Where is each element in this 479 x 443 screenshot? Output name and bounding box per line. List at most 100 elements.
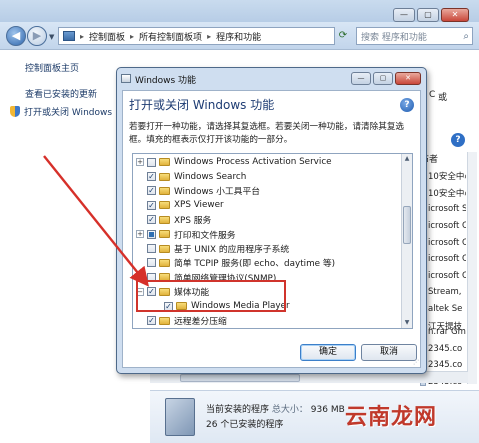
feature-label: 基于 UNIX 的应用程序子系统 xyxy=(174,245,290,256)
sidebar: 控制面板主页 查看已安装的更新 打开或关闭 Windows xyxy=(0,51,112,443)
shield-icon xyxy=(10,106,20,117)
search-input[interactable]: 搜索 程序和功能 ⌕ xyxy=(356,27,473,45)
sidebar-link-home[interactable]: 控制面板主页 xyxy=(25,61,79,74)
folder-icon xyxy=(159,230,170,239)
folder-icon xyxy=(159,186,170,195)
program-list-scrollbar[interactable] xyxy=(467,152,477,384)
expand-icon[interactable]: + xyxy=(136,158,144,167)
search-placeholder: 搜索 程序和功能 xyxy=(361,32,427,43)
tree-scrollbar[interactable]: ▲ ▼ xyxy=(401,154,412,328)
main-text-fragment: 或 xyxy=(438,93,448,103)
feature-label: 远程差分压缩 xyxy=(174,317,227,328)
highlight-box xyxy=(136,280,286,312)
feature-checkbox[interactable] xyxy=(147,244,156,254)
folder-icon xyxy=(159,172,170,181)
feature-label: Windows 小工具平台 xyxy=(174,187,261,198)
window-controls: — ▢ ✕ xyxy=(393,8,469,22)
feature-checkbox[interactable]: ✓ xyxy=(147,200,156,210)
maximize-button[interactable]: ▢ xyxy=(417,8,439,22)
sidebar-link-toggle-features[interactable]: 打开或关闭 Windows xyxy=(10,105,112,118)
feature-label: XPS 服务 xyxy=(174,216,212,227)
close-button[interactable]: ✕ xyxy=(441,8,469,22)
address-bar[interactable]: ▸ 控制面板 ▸ 所有控制面板项 ▸ 程序和功能 xyxy=(58,27,335,45)
feature-label: Windows Search xyxy=(174,171,247,182)
sidebar-link-label: 打开或关闭 Windows xyxy=(24,108,113,118)
sidebar-link-view-updates[interactable]: 查看已安装的更新 xyxy=(25,87,97,100)
feature-label: 简单 TCPIP 服务(即 echo、daytime 等) xyxy=(174,259,336,270)
feature-row[interactable]: ✓ Windows Search xyxy=(136,169,246,183)
programs-icon xyxy=(165,398,195,436)
expand-icon[interactable]: + xyxy=(136,230,144,239)
feature-row[interactable]: 基于 UNIX 的应用程序子系统 xyxy=(136,241,289,255)
dialog-body: 打开或关闭 Windows 功能 ? 若要打开一种功能，请选择其复选框。若要关闭… xyxy=(122,90,421,368)
breadcrumb-all-items[interactable]: 所有控制面板项 xyxy=(139,30,202,43)
dialog-heading: 打开或关闭 Windows 功能 xyxy=(129,98,275,112)
forward-button[interactable]: ▶ xyxy=(27,26,47,46)
dialog-minimize-button[interactable]: — xyxy=(351,72,371,85)
recent-pages-dropdown-icon[interactable]: ▼ xyxy=(49,33,54,41)
feature-checkbox[interactable]: ✓ xyxy=(147,316,156,326)
window-titlebar: — ▢ ✕ xyxy=(0,0,479,22)
feature-label: XPS Viewer xyxy=(174,200,224,211)
windows-features-dialog: Windows 功能 — ▢ ✕ 打开或关闭 Windows 功能 ? 若要打开… xyxy=(116,67,427,374)
cancel-button[interactable]: 取消 xyxy=(361,344,417,361)
feature-row[interactable]: 简单 TCPIP 服务(即 echo、daytime 等) xyxy=(136,256,335,270)
dialog-description: 若要打开一种功能，请选择其复选框。若要关闭一种功能，请清除其复选框。填充的框表示… xyxy=(129,122,405,145)
status-title: 当前安装的程序 总大小： 936 MB xyxy=(206,405,345,415)
feature-label: 打印和文件服务 xyxy=(174,230,236,241)
dialog-close-button[interactable]: ✕ xyxy=(395,72,421,85)
search-icon[interactable]: ⌕ xyxy=(463,31,469,42)
dialog-window-controls: — ▢ ✕ xyxy=(351,72,421,85)
folder-icon xyxy=(159,258,170,267)
folder-icon xyxy=(159,158,170,167)
feature-checkbox[interactable] xyxy=(147,157,156,167)
scrollbar-thumb[interactable] xyxy=(180,374,300,382)
help-icon[interactable]: ? xyxy=(400,98,414,112)
feature-row[interactable]: + Windows Process Activation Service xyxy=(136,155,332,169)
feature-checkbox[interactable]: ✓ xyxy=(147,186,156,196)
breadcrumb-chevron-icon[interactable]: ▸ xyxy=(130,32,134,41)
watermark: 云南龙网 xyxy=(345,405,438,430)
dialog-title: Windows 功能 xyxy=(135,76,197,86)
dialog-maximize-button[interactable]: ▢ xyxy=(373,72,393,85)
scroll-up-icon[interactable]: ▲ xyxy=(402,154,412,164)
main-text-fragment: C xyxy=(429,90,436,100)
ok-button[interactable]: 确定 xyxy=(300,344,356,361)
folder-icon xyxy=(159,201,170,210)
help-icon[interactable]: ? xyxy=(451,133,465,147)
folder-icon xyxy=(159,244,170,253)
refresh-icon[interactable]: ⟳ xyxy=(336,27,350,45)
feature-label: Windows Process Activation Service xyxy=(174,157,332,168)
scroll-down-icon[interactable]: ▼ xyxy=(402,318,412,328)
feature-checkbox[interactable]: ✓ xyxy=(147,215,156,225)
breadcrumb-programs-features[interactable]: 程序和功能 xyxy=(216,30,261,43)
folder-icon xyxy=(159,316,170,325)
back-button[interactable]: ◀ xyxy=(6,26,26,46)
feature-checkbox[interactable] xyxy=(147,229,156,239)
resize-grip-icon[interactable]: ⋰ xyxy=(413,359,419,366)
dialog-titlebar[interactable]: Windows 功能 — ▢ ✕ xyxy=(117,68,426,90)
minimize-button[interactable]: — xyxy=(393,8,415,22)
breadcrumb-chevron-icon[interactable]: ▸ xyxy=(207,32,211,41)
breadcrumb-chevron-icon[interactable]: ▸ xyxy=(80,32,84,41)
control-panel-icon xyxy=(63,31,75,41)
scrollbar-thumb[interactable] xyxy=(403,206,411,244)
feature-row[interactable]: ✓ XPS Viewer xyxy=(136,198,224,212)
status-program-count: 26 个已安装的程序 xyxy=(206,420,284,430)
feature-row[interactable]: ✓ 远程差分压缩 xyxy=(136,313,227,327)
feature-row[interactable]: + 打印和文件服务 xyxy=(136,227,236,241)
feature-row[interactable]: ✓ Windows 小工具平台 xyxy=(136,184,260,198)
feature-checkbox[interactable] xyxy=(147,258,156,268)
window-icon xyxy=(121,74,131,83)
feature-checkbox[interactable]: ✓ xyxy=(147,172,156,182)
breadcrumb-control-panel[interactable]: 控制面板 xyxy=(89,30,125,43)
folder-icon xyxy=(159,215,170,224)
feature-row[interactable]: ✓ XPS 服务 xyxy=(136,213,211,227)
navigation-bar: ◀ ▶ ▼ ▸ 控制面板 ▸ 所有控制面板项 ▸ 程序和功能 ⟳ 搜索 程序和功… xyxy=(0,22,479,50)
